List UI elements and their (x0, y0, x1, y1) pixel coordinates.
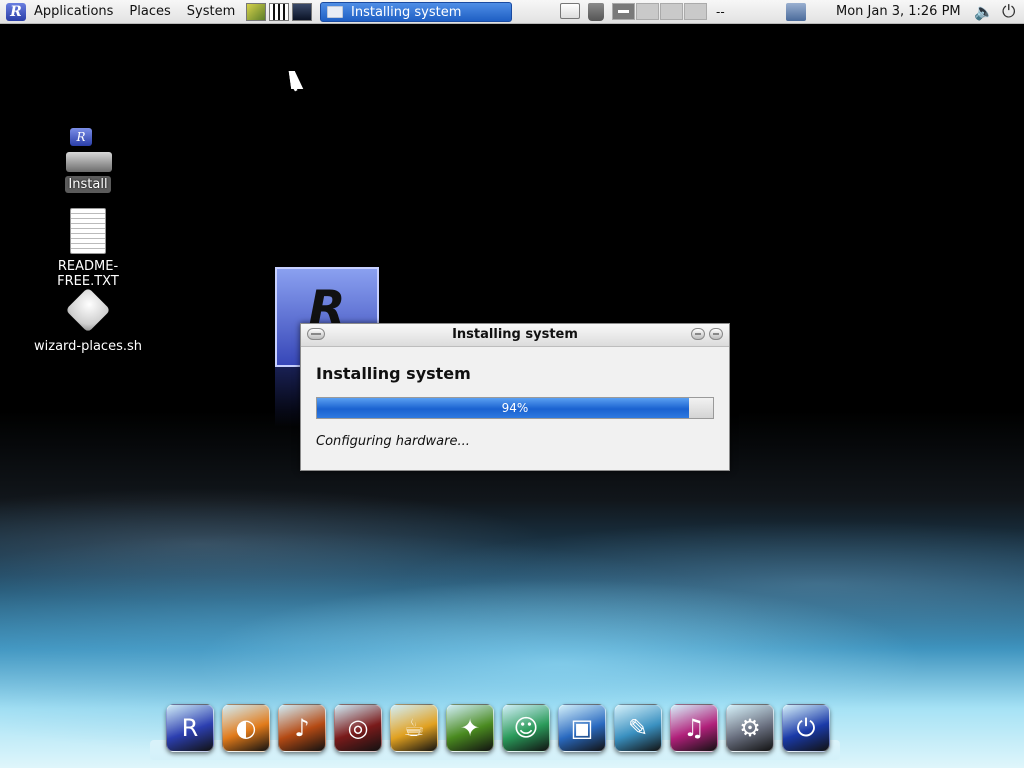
settings-gear-icon[interactable]: ⚙ (726, 704, 774, 752)
desktop-icon-readme[interactable]: README-FREE.TXT (28, 208, 148, 290)
desktop-icon-wizard-places[interactable]: wizard-places.sh (28, 287, 148, 355)
clock[interactable]: Mon Jan 3, 1:26 PM (836, 0, 961, 24)
progress-percent: 94% (501, 401, 529, 415)
window-icon (327, 6, 343, 18)
feather-icon[interactable]: ✎ (614, 704, 662, 752)
desktop-icon-install[interactable]: R Install (28, 128, 148, 193)
script-icon (65, 287, 111, 333)
dialog-heading: Installing system (316, 364, 471, 383)
power-icon[interactable]: ⏻ (782, 704, 830, 752)
workspace-3[interactable] (660, 3, 683, 20)
monitor-launcher-icon[interactable] (246, 2, 267, 21)
coffee-cup-icon[interactable]: ☕ (390, 704, 438, 752)
messenger-icon[interactable]: ☺ (502, 704, 550, 752)
game-icon[interactable]: ✦ (446, 704, 494, 752)
web-browser-icon[interactable]: ◐ (222, 704, 270, 752)
mouse-cursor (288, 71, 304, 89)
workspace-1[interactable] (612, 3, 635, 20)
dialog-title: Installing system (452, 327, 578, 342)
trash-icon[interactable] (588, 3, 604, 21)
guitar-icon[interactable]: ♪ (278, 704, 326, 752)
workspace-2[interactable] (636, 3, 659, 20)
show-desktop-icon[interactable] (560, 3, 580, 19)
piano-launcher-icon[interactable] (269, 2, 290, 21)
menu-system[interactable]: System (179, 0, 243, 24)
volume-icon[interactable]: 🔈 (974, 2, 994, 22)
text-document-icon (70, 208, 106, 254)
install-drive-icon: R (64, 128, 112, 176)
desktop-icon-label: Install (65, 176, 111, 193)
network-icon[interactable] (786, 3, 806, 21)
dock: R ◐ ♪ ◎ ☕ ✦ ☺ ▣ ✎ ♫ ⚙ ⏻ (166, 704, 838, 752)
taskbar-installing-system[interactable]: Installing system (320, 2, 512, 22)
desktop-icon-label: wizard-places.sh (34, 339, 142, 354)
installing-system-dialog: Installing system Installing system 94% … (300, 323, 730, 471)
taskbar-title: Installing system (351, 4, 462, 20)
distro-logo-icon[interactable]: R (166, 704, 214, 752)
power-icon[interactable]: ⏻ (1002, 2, 1015, 22)
distro-logo-icon[interactable]: R (6, 2, 26, 21)
music-note-icon[interactable]: ♫ (670, 704, 718, 752)
workspace-4[interactable] (684, 3, 707, 20)
window-menu-button[interactable] (307, 328, 325, 340)
status-text: Configuring hardware... (316, 434, 470, 449)
dialog-titlebar[interactable]: Installing system (301, 324, 729, 347)
close-button[interactable] (709, 328, 723, 340)
desktop-icon-label: README-FREE.TXT (57, 259, 119, 289)
office-icon[interactable]: ▣ (558, 704, 606, 752)
progress-bar: 94% (316, 397, 714, 419)
media-launcher-icon[interactable] (292, 2, 313, 21)
workspace-switcher[interactable] (612, 3, 708, 20)
menu-applications[interactable]: Applications (26, 0, 121, 24)
workspace-label: -- (716, 5, 725, 19)
minimize-button[interactable] (691, 328, 705, 340)
menu-places[interactable]: Places (121, 0, 178, 24)
media-burner-icon[interactable]: ◎ (334, 704, 382, 752)
